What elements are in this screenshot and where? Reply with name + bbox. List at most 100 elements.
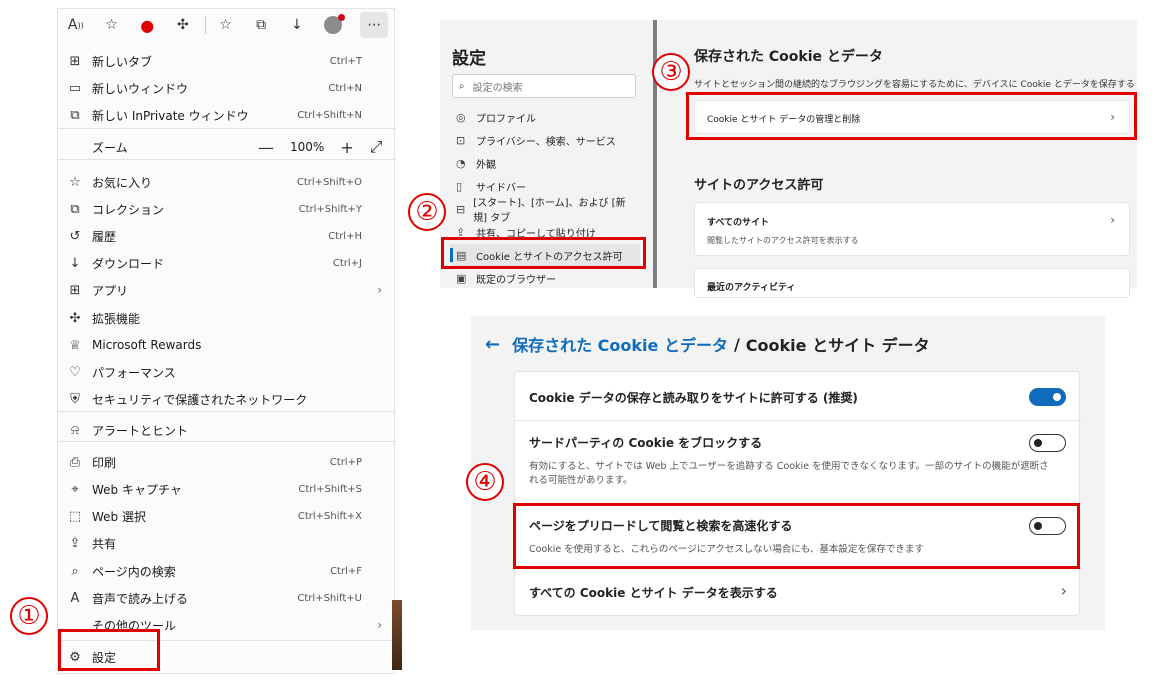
menu-item-shortcut: Ctrl+Shift+S: [298, 483, 362, 495]
sidebar-icon: ▯: [456, 179, 463, 193]
settings-nav-label: 既定のブラウザー: [476, 274, 556, 286]
zoom-out-button[interactable]: —: [258, 138, 274, 157]
menu-item[interactable]: ♕ Microsoft Rewards: [58, 332, 396, 358]
settings-nav-label: [スタート]、[ホーム]、および [新規] タブ: [473, 198, 626, 224]
step-number-4: ④: [466, 463, 504, 501]
menu-item-label: Web 選択: [92, 509, 146, 524]
cookie-options-card: Cookie データの保存と読み取りをサイトに許可する (推奨) サードパーティ…: [514, 371, 1081, 617]
search-placeholder: 設定の検索: [472, 82, 523, 94]
menu-item[interactable]: ⊞ アプリ ›: [58, 277, 396, 303]
recent-activity-link[interactable]: 最近のアクティビティ: [694, 268, 1130, 298]
print-icon: ⎙: [69, 454, 81, 470]
menu-item[interactable]: ⍾ アラートとヒント: [58, 417, 396, 443]
block-third-party-row: サードパーティの Cookie をブロックする 有効にすると、サイトでは Web…: [515, 421, 1081, 503]
highlight-manage-cookies: [686, 92, 1137, 140]
chevron-right-icon: ›: [377, 618, 382, 632]
download-icon: ↓: [69, 255, 81, 271]
extension-red-icon[interactable]: ●: [133, 12, 161, 38]
extensions-icon[interactable]: ✣: [169, 12, 197, 38]
start-page-icon: ⊟: [456, 202, 466, 216]
menu-item-label: 新しいウィンドウ: [92, 81, 189, 96]
step-number-1: ①: [10, 597, 48, 635]
menu-item[interactable]: ⛨ セキュリティで保護されたネットワーク: [58, 386, 396, 412]
menu-item[interactable]: ⧉ コレクション Ctrl+Shift+Y: [58, 196, 396, 222]
menu-item[interactable]: ↺ 履歴 Ctrl+H: [58, 223, 396, 249]
menu-divider: [58, 128, 396, 129]
appearance-icon: ◔: [456, 156, 466, 170]
step-number-3: ③: [652, 53, 690, 91]
menu-item[interactable]: ↓ ダウンロード Ctrl+J: [58, 250, 396, 276]
cookie-data-page: ← 保存された Cookie とデータ / Cookie とサイト データ Co…: [471, 316, 1105, 630]
allow-cookies-toggle[interactable]: [1029, 388, 1066, 406]
highlight-preload: [513, 503, 1080, 569]
menu-item-label: 印刷: [92, 455, 117, 470]
breadcrumb-link[interactable]: 保存された Cookie とデータ: [512, 332, 728, 356]
zoom-value: 100%: [290, 140, 325, 154]
lock-icon: ⊡: [456, 133, 466, 147]
menu-item[interactable]: ⌕ ページ内の検索 Ctrl+F: [58, 558, 396, 584]
menu-item[interactable]: ⊞ 新しいタブ Ctrl+T: [58, 48, 396, 74]
settings-nav-item[interactable]: ⊟ [スタート]、[ホーム]、および [新規] タブ: [456, 198, 636, 224]
read-aloud-icon: A: [70, 590, 80, 606]
cookie-section-heading: 保存された Cookie とデータ: [694, 49, 883, 65]
search-icon: ⌕: [459, 80, 465, 92]
highlight-settings: [58, 629, 160, 671]
highlight-cookie-nav: [441, 237, 646, 269]
menu-item[interactable]: ✣ 拡張機能: [58, 305, 396, 331]
settings-nav-item[interactable]: ◔ 外観: [456, 152, 636, 174]
menu-item[interactable]: ☆ お気に入り Ctrl+Shift+O: [58, 169, 396, 195]
back-arrow-icon[interactable]: ←: [485, 334, 500, 355]
menu-item[interactable]: ⇪ 共有: [58, 530, 396, 556]
menu-item-label: アラートとヒント: [92, 423, 189, 438]
step-number-2: ②: [408, 193, 446, 231]
menu-item-shortcut: Ctrl+F: [330, 565, 362, 577]
favorites-icon[interactable]: ☆: [212, 12, 240, 38]
menu-item[interactable]: ⎙ 印刷 Ctrl+P: [58, 449, 396, 475]
settings-nav-item[interactable]: ⊡ プライバシー、検索、サービス: [456, 129, 636, 151]
settings-nav-label: 外観: [476, 159, 496, 171]
menu-item-label: 新しいタブ: [92, 54, 153, 69]
favorites-icon: ☆: [69, 174, 81, 190]
menu-item-label: 音声で読み上げる: [92, 591, 189, 606]
settings-search-input[interactable]: ⌕ 設定の検索: [452, 74, 636, 98]
all-sites-link[interactable]: すべてのサイト 閲覧したサイトのアクセス許可を表示する ›: [694, 202, 1130, 256]
settings-nav-item[interactable]: ◎ プロファイル: [456, 106, 636, 128]
menu-item-label: ページ内の検索: [92, 564, 176, 579]
menu-item[interactable]: ⬚ Web 選択 Ctrl+Shift+X: [58, 503, 396, 529]
default-browser-icon: ▣: [456, 271, 467, 285]
bell-icon: ⍾: [70, 422, 80, 438]
all-sites-subtext: 閲覧したサイトのアクセス許可を表示する: [707, 236, 859, 245]
show-all-cookies-row[interactable]: すべての Cookie とサイト データを表示する ›: [515, 569, 1081, 617]
profile-avatar[interactable]: [319, 12, 347, 38]
collections-icon[interactable]: ⧉: [247, 12, 275, 38]
cookie-settings-panel: 保存された Cookie とデータ サイトとセッション間の継続的なブラウジングを…: [658, 20, 1137, 298]
fullscreen-icon[interactable]: ⤢: [370, 137, 383, 157]
menu-item-shortcut: Ctrl+Shift+U: [297, 592, 362, 604]
settings-nav-item[interactable]: ▣ 既定のブラウザー: [456, 267, 636, 289]
menu-item[interactable]: ⌖ Web キャプチャ Ctrl+Shift+S: [58, 476, 396, 502]
download-icon[interactable]: ↓: [283, 12, 311, 38]
menu-item[interactable]: ▭ 新しいウィンドウ Ctrl+N: [58, 75, 396, 101]
site-permissions-heading: サイトのアクセス許可: [694, 178, 824, 193]
menu-item-shortcut: Ctrl+P: [329, 456, 362, 468]
zoom-in-button[interactable]: +: [340, 138, 353, 157]
menu-item[interactable]: A 音声で読み上げる Ctrl+Shift+U: [58, 585, 396, 611]
collections-icon: ⧉: [70, 201, 80, 217]
menu-item[interactable]: ♡ パフォーマンス: [58, 359, 396, 385]
new-tab-icon: ⊞: [69, 53, 81, 69]
block-third-party-toggle[interactable]: [1029, 434, 1066, 452]
more-options-icon[interactable]: ⋯: [360, 12, 389, 38]
settings-nav-label: サイドバー: [476, 182, 526, 194]
web-select-icon: ⬚: [68, 508, 82, 524]
cookie-section-description: サイトとセッション間の継続的なブラウジングを容易にするために、デバイスに Coo…: [694, 80, 1135, 90]
menu-item[interactable]: ⧉ 新しい InPrivate ウィンドウ Ctrl+Shift+N: [58, 102, 396, 128]
menu-item-label: Web キャプチャ: [92, 482, 182, 497]
add-favorite-icon[interactable]: ☆: [98, 12, 126, 38]
apps-icon: ⊞: [69, 282, 81, 298]
menu-item-label: ダウンロード: [92, 256, 165, 271]
settings-nav-label: プロファイル: [476, 113, 536, 125]
menu-item-shortcut: Ctrl+Shift+O: [296, 176, 362, 188]
read-aloud-icon[interactable]: A)): [62, 12, 90, 38]
zoom-row: ズーム —100% + ⤢: [58, 134, 396, 160]
show-all-cookies-label: すべての Cookie とサイト データを表示する: [529, 586, 778, 600]
